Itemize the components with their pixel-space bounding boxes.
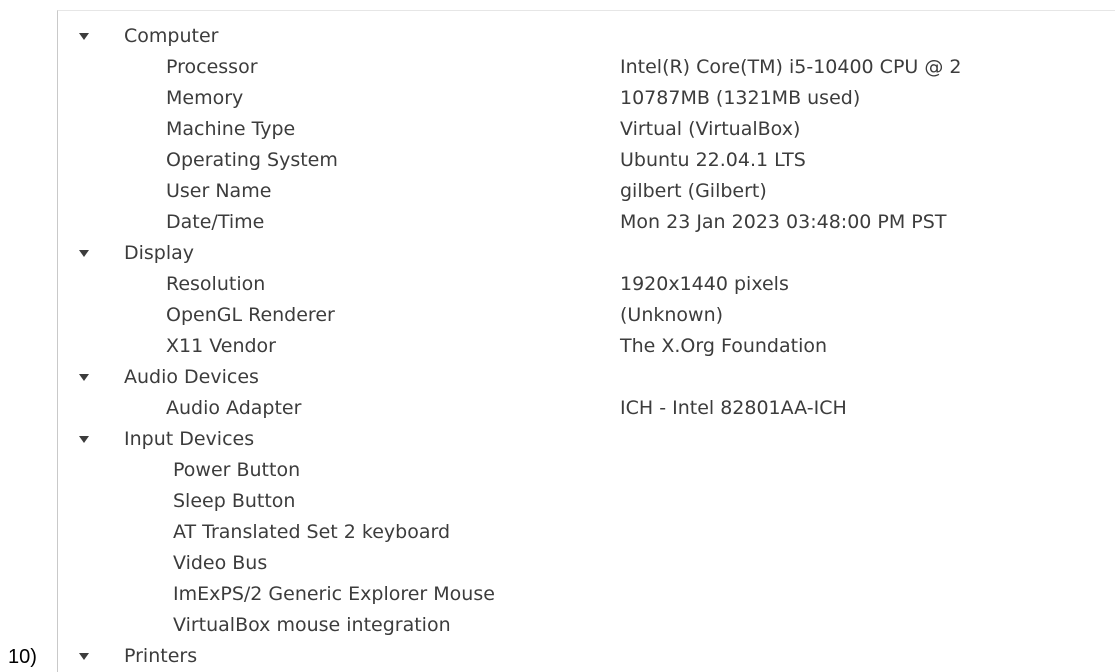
info-value: Ubuntu 22.04.1 LTS — [620, 149, 806, 171]
device-label: Video Bus — [173, 552, 268, 574]
expand-arrow-icon[interactable] — [79, 250, 89, 257]
info-value: Virtual (VirtualBox) — [620, 118, 801, 140]
system-info-tree-panel[interactable]: Computer Processor Intel(R) Core(TM) i5-… — [57, 10, 1115, 672]
document-step-number: 10) — [8, 646, 37, 668]
device-row[interactable]: Sleep Button — [58, 486, 1115, 517]
info-label: Audio Adapter — [166, 397, 302, 419]
info-value: (Unknown) — [620, 304, 724, 326]
category-row-printers[interactable]: Printers — [58, 641, 1115, 672]
info-label: OpenGL Renderer — [166, 304, 335, 326]
category-row-audio-devices[interactable]: Audio Devices — [58, 362, 1115, 393]
device-row[interactable]: Power Button — [58, 455, 1115, 486]
page: 10) Computer Processor Intel(R) Core(TM)… — [0, 0, 1115, 672]
info-row-audio-adapter[interactable]: Audio Adapter ICH - Intel 82801AA-ICH — [58, 393, 1115, 424]
category-row-display[interactable]: Display — [58, 238, 1115, 269]
category-label: Display — [124, 242, 195, 264]
info-value: ICH - Intel 82801AA-ICH — [620, 397, 847, 419]
expand-arrow-icon[interactable] — [79, 374, 89, 381]
info-label: Resolution — [166, 273, 266, 295]
device-label: AT Translated Set 2 keyboard — [173, 521, 451, 543]
expand-arrow-icon[interactable] — [79, 33, 89, 40]
info-row-processor[interactable]: Processor Intel(R) Core(TM) i5-10400 CPU… — [58, 52, 1115, 83]
info-value: 10787MB (1321MB used) — [620, 87, 861, 109]
info-value: Intel(R) Core(TM) i5-10400 CPU @ 2 — [620, 56, 962, 78]
info-row-opengl-renderer[interactable]: OpenGL Renderer (Unknown) — [58, 300, 1115, 331]
device-row[interactable]: VirtualBox mouse integration — [58, 610, 1115, 641]
info-row-x11-vendor[interactable]: X11 Vendor The X.Org Foundation — [58, 331, 1115, 362]
info-label: Processor — [166, 56, 258, 78]
system-info-tree: Computer Processor Intel(R) Core(TM) i5-… — [58, 21, 1115, 672]
category-label: Audio Devices — [124, 366, 259, 388]
info-row-date-time[interactable]: Date/Time Mon 23 Jan 2023 03:48:00 PM PS… — [58, 207, 1115, 238]
info-label: User Name — [166, 180, 272, 202]
info-row-operating-system[interactable]: Operating System Ubuntu 22.04.1 LTS — [58, 145, 1115, 176]
category-row-computer[interactable]: Computer — [58, 21, 1115, 52]
device-label: Sleep Button — [173, 490, 296, 512]
device-label: Power Button — [173, 459, 301, 481]
info-row-machine-type[interactable]: Machine Type Virtual (VirtualBox) — [58, 114, 1115, 145]
info-row-user-name[interactable]: User Name gilbert (Gilbert) — [58, 176, 1115, 207]
device-label: VirtualBox mouse integration — [173, 614, 451, 636]
device-row[interactable]: ImExPS/2 Generic Explorer Mouse — [58, 579, 1115, 610]
category-label: Input Devices — [124, 428, 255, 450]
info-value: gilbert (Gilbert) — [620, 180, 767, 202]
category-label: Computer — [124, 25, 219, 47]
info-value: 1920x1440 pixels — [620, 273, 789, 295]
info-label: Memory — [166, 87, 244, 109]
info-label: Machine Type — [166, 118, 296, 140]
info-value: The X.Org Foundation — [620, 335, 828, 357]
info-label: X11 Vendor — [166, 335, 276, 357]
expand-arrow-icon[interactable] — [79, 653, 89, 660]
info-value: Mon 23 Jan 2023 03:48:00 PM PST — [620, 211, 947, 233]
category-label: Printers — [124, 645, 198, 667]
info-row-resolution[interactable]: Resolution 1920x1440 pixels — [58, 269, 1115, 300]
device-row[interactable]: Video Bus — [58, 548, 1115, 579]
device-label: ImExPS/2 Generic Explorer Mouse — [173, 583, 495, 605]
info-label: Date/Time — [166, 211, 265, 233]
info-row-memory[interactable]: Memory 10787MB (1321MB used) — [58, 83, 1115, 114]
info-label: Operating System — [166, 149, 338, 171]
expand-arrow-icon[interactable] — [79, 436, 89, 443]
category-row-input-devices[interactable]: Input Devices — [58, 424, 1115, 455]
device-row[interactable]: AT Translated Set 2 keyboard — [58, 517, 1115, 548]
